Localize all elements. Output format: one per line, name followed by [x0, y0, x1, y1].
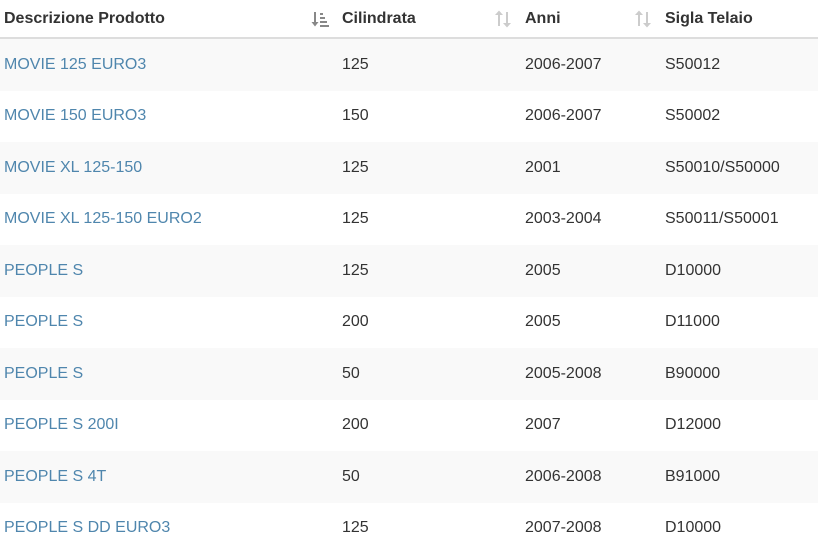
- sort-amount-down-icon[interactable]: [311, 10, 329, 28]
- sort-arrows-icon[interactable]: [634, 10, 652, 28]
- cell-sigla-telaio: D10000: [660, 245, 818, 297]
- cell-cilindrata: 125: [337, 194, 520, 246]
- cell-descrizione: PEOPLE S: [0, 297, 337, 349]
- table-row: PEOPLE S 200 2005 D11000: [0, 297, 818, 349]
- product-link[interactable]: MOVIE 150 EURO3: [4, 107, 146, 124]
- cell-sigla-telaio: B91000: [660, 451, 818, 503]
- table-row: MOVIE XL 125-150 125 2001 S50010/S50000: [0, 142, 818, 194]
- column-header-descrizione[interactable]: Descrizione Prodotto: [0, 0, 337, 38]
- cell-sigla-telaio: S50010/S50000: [660, 142, 818, 194]
- product-link[interactable]: PEOPLE S 4T: [4, 468, 106, 485]
- product-link[interactable]: MOVIE XL 125-150 EURO2: [4, 210, 202, 227]
- cell-descrizione: MOVIE 150 EURO3: [0, 91, 337, 143]
- cell-anni: 2005: [520, 297, 660, 349]
- cell-cilindrata: 125: [337, 503, 520, 554]
- cell-anni: 2007: [520, 400, 660, 452]
- cell-anni: 2006-2007: [520, 91, 660, 143]
- table-row: PEOPLE S 4T 50 2006-2008 B91000: [0, 451, 818, 503]
- table-row: PEOPLE S DD EURO3 125 2007-2008 D10000: [0, 503, 818, 554]
- cell-cilindrata: 150: [337, 91, 520, 143]
- product-table: Descrizione Prodotto Cilindrata: [0, 0, 818, 554]
- cell-cilindrata: 200: [337, 297, 520, 349]
- cell-sigla-telaio: S50011/S50001: [660, 194, 818, 246]
- sort-arrows-icon[interactable]: [494, 10, 512, 28]
- cell-anni: 2005-2008: [520, 348, 660, 400]
- table-row: PEOPLE S 125 2005 D10000: [0, 245, 818, 297]
- cell-anni: 2007-2008: [520, 503, 660, 554]
- table-header: Descrizione Prodotto Cilindrata: [0, 0, 818, 38]
- product-link[interactable]: PEOPLE S: [4, 365, 83, 382]
- cell-cilindrata: 50: [337, 451, 520, 503]
- table-row: MOVIE 125 EURO3 125 2006-2007 S50012: [0, 38, 818, 91]
- product-link[interactable]: MOVIE 125 EURO3: [4, 56, 146, 73]
- cell-anni: 2001: [520, 142, 660, 194]
- cell-sigla-telaio: D11000: [660, 297, 818, 349]
- cell-cilindrata: 125: [337, 245, 520, 297]
- cell-sigla-telaio: D12000: [660, 400, 818, 452]
- column-header-cilindrata[interactable]: Cilindrata: [337, 0, 520, 38]
- cell-descrizione: MOVIE 125 EURO3: [0, 38, 337, 91]
- cell-sigla-telaio: D10000: [660, 503, 818, 554]
- header-row: Descrizione Prodotto Cilindrata: [0, 0, 818, 38]
- cell-anni: 2006-2008: [520, 451, 660, 503]
- cell-descrizione: PEOPLE S 200I: [0, 400, 337, 452]
- cell-anni: 2003-2004: [520, 194, 660, 246]
- cell-descrizione: PEOPLE S 4T: [0, 451, 337, 503]
- cell-anni: 2005: [520, 245, 660, 297]
- cell-cilindrata: 125: [337, 142, 520, 194]
- cell-cilindrata: 50: [337, 348, 520, 400]
- cell-sigla-telaio: S50002: [660, 91, 818, 143]
- product-link[interactable]: PEOPLE S 200I: [4, 416, 119, 433]
- column-header-label: Anni: [525, 10, 561, 27]
- table-row: PEOPLE S 200I 200 2007 D12000: [0, 400, 818, 452]
- table-body: MOVIE 125 EURO3 125 2006-2007 S50012 MOV…: [0, 38, 818, 554]
- cell-descrizione: PEOPLE S: [0, 245, 337, 297]
- cell-descrizione: PEOPLE S DD EURO3: [0, 503, 337, 554]
- cell-descrizione: MOVIE XL 125-150 EURO2: [0, 194, 337, 246]
- product-link[interactable]: MOVIE XL 125-150: [4, 159, 142, 176]
- cell-cilindrata: 200: [337, 400, 520, 452]
- column-header-label: Cilindrata: [342, 10, 416, 27]
- column-header-sigla-telaio[interactable]: Sigla Telaio: [660, 0, 818, 38]
- product-link[interactable]: PEOPLE S DD EURO3: [4, 519, 170, 536]
- cell-cilindrata: 125: [337, 38, 520, 91]
- cell-descrizione: MOVIE XL 125-150: [0, 142, 337, 194]
- cell-descrizione: PEOPLE S: [0, 348, 337, 400]
- cell-sigla-telaio: S50012: [660, 38, 818, 91]
- product-link[interactable]: PEOPLE S: [4, 262, 83, 279]
- column-header-anni[interactable]: Anni: [520, 0, 660, 38]
- column-header-label: Sigla Telaio: [665, 10, 753, 27]
- column-header-label: Descrizione Prodotto: [4, 10, 165, 27]
- table-row: MOVIE 150 EURO3 150 2006-2007 S50002: [0, 91, 818, 143]
- cell-anni: 2006-2007: [520, 38, 660, 91]
- cell-sigla-telaio: B90000: [660, 348, 818, 400]
- product-link[interactable]: PEOPLE S: [4, 313, 83, 330]
- table-row: MOVIE XL 125-150 EURO2 125 2003-2004 S50…: [0, 194, 818, 246]
- table-row: PEOPLE S 50 2005-2008 B90000: [0, 348, 818, 400]
